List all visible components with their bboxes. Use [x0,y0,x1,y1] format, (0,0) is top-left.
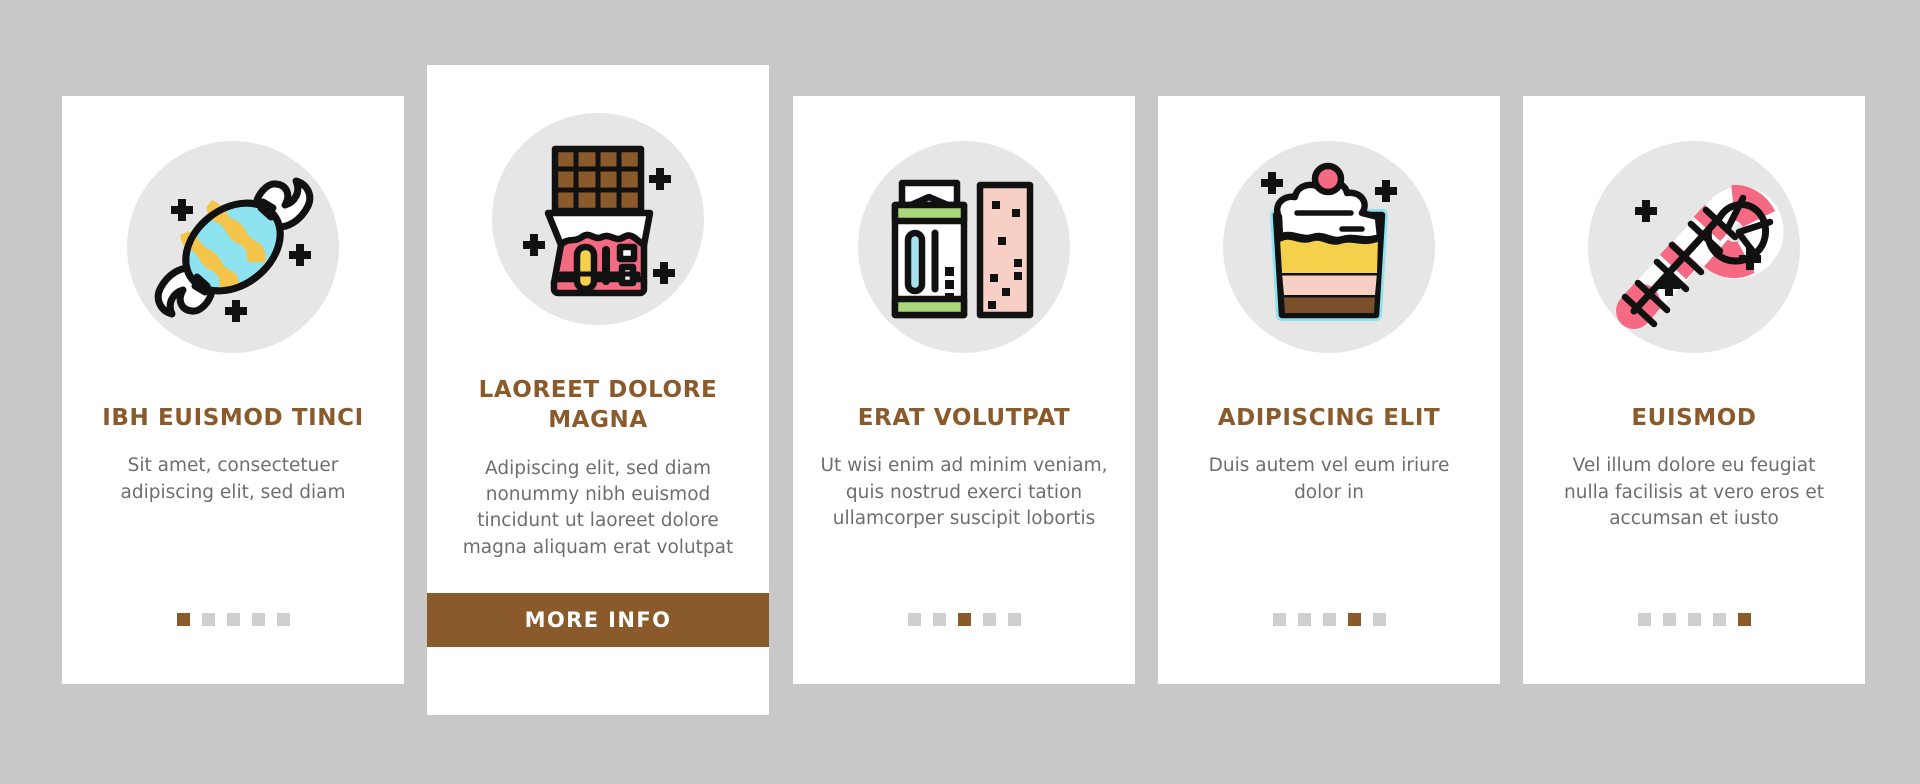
pagination-dot[interactable] [982,613,996,626]
onboarding-card-2[interactable]: LAOREET DOLORE MAGNA Adipiscing elit, se… [427,65,769,715]
card-title: ERAT VOLUTPAT [857,405,1071,431]
pagination-dot[interactable] [1712,613,1726,626]
card-title: ADIPISCING ELIT [1217,405,1441,431]
pagination-dot[interactable] [1007,613,1021,626]
candy-cane-icon [1588,141,1800,353]
card-title: LAOREET DOLORE MAGNA [478,377,718,434]
card-description: Duis autem vel eum iriure dolor in [1208,455,1450,503]
pagination-dot[interactable] [226,613,240,626]
pagination-dot[interactable] [276,613,290,626]
pagination-dot[interactable] [1347,613,1361,626]
pagination-dot[interactable] [1272,613,1286,626]
pagination-dot[interactable] [1297,613,1311,626]
pagination-dot[interactable] [251,613,265,626]
pagination-dot[interactable] [1662,613,1676,626]
pagination-dots[interactable] [62,613,404,626]
onboarding-card-4[interactable]: ADIPISCING ELIT Duis autem vel eum iriur… [1158,96,1500,684]
card-description: Vel illum dolore eu feugiat nulla facili… [1564,455,1824,529]
dessert-parfait-icon [1223,141,1435,353]
card-description: Ut wisi enim ad minim veniam, quis nostr… [820,455,1108,529]
card-description: Sit amet, consectetuer adipiscing elit, … [120,455,346,503]
card-description: Adipiscing elit, sed diam nonummy nibh e… [462,457,734,558]
chewing-gum-icon [858,141,1070,353]
more-info-button[interactable]: MORE INFO [427,593,769,647]
pagination-dots[interactable] [793,613,1135,626]
pagination-dot[interactable] [176,613,190,626]
onboarding-screens-container: IBH EUISMOD TINCI Sit amet, consectetuer… [0,0,1920,784]
pagination-dot[interactable] [1372,613,1386,626]
pagination-dot[interactable] [932,613,946,626]
pagination-dots[interactable] [1523,613,1865,626]
wrapped-candy-icon [127,141,339,353]
pagination-dot[interactable] [1737,613,1751,626]
onboarding-card-1[interactable]: IBH EUISMOD TINCI Sit amet, consectetuer… [62,96,404,684]
card-title: IBH EUISMOD TINCI [102,405,364,431]
chocolate-bar-icon [492,113,704,325]
onboarding-card-3[interactable]: ERAT VOLUTPAT Ut wisi enim ad minim veni… [793,96,1135,684]
pagination-dot[interactable] [1637,613,1651,626]
onboarding-card-5[interactable]: EUISMOD Vel illum dolore eu feugiat null… [1523,96,1865,684]
pagination-dot[interactable] [957,613,971,626]
pagination-dot[interactable] [907,613,921,626]
card-title: EUISMOD [1631,405,1757,431]
pagination-dot[interactable] [201,613,215,626]
pagination-dots[interactable] [1158,613,1500,626]
pagination-dot[interactable] [1687,613,1701,626]
pagination-dot[interactable] [1322,613,1336,626]
